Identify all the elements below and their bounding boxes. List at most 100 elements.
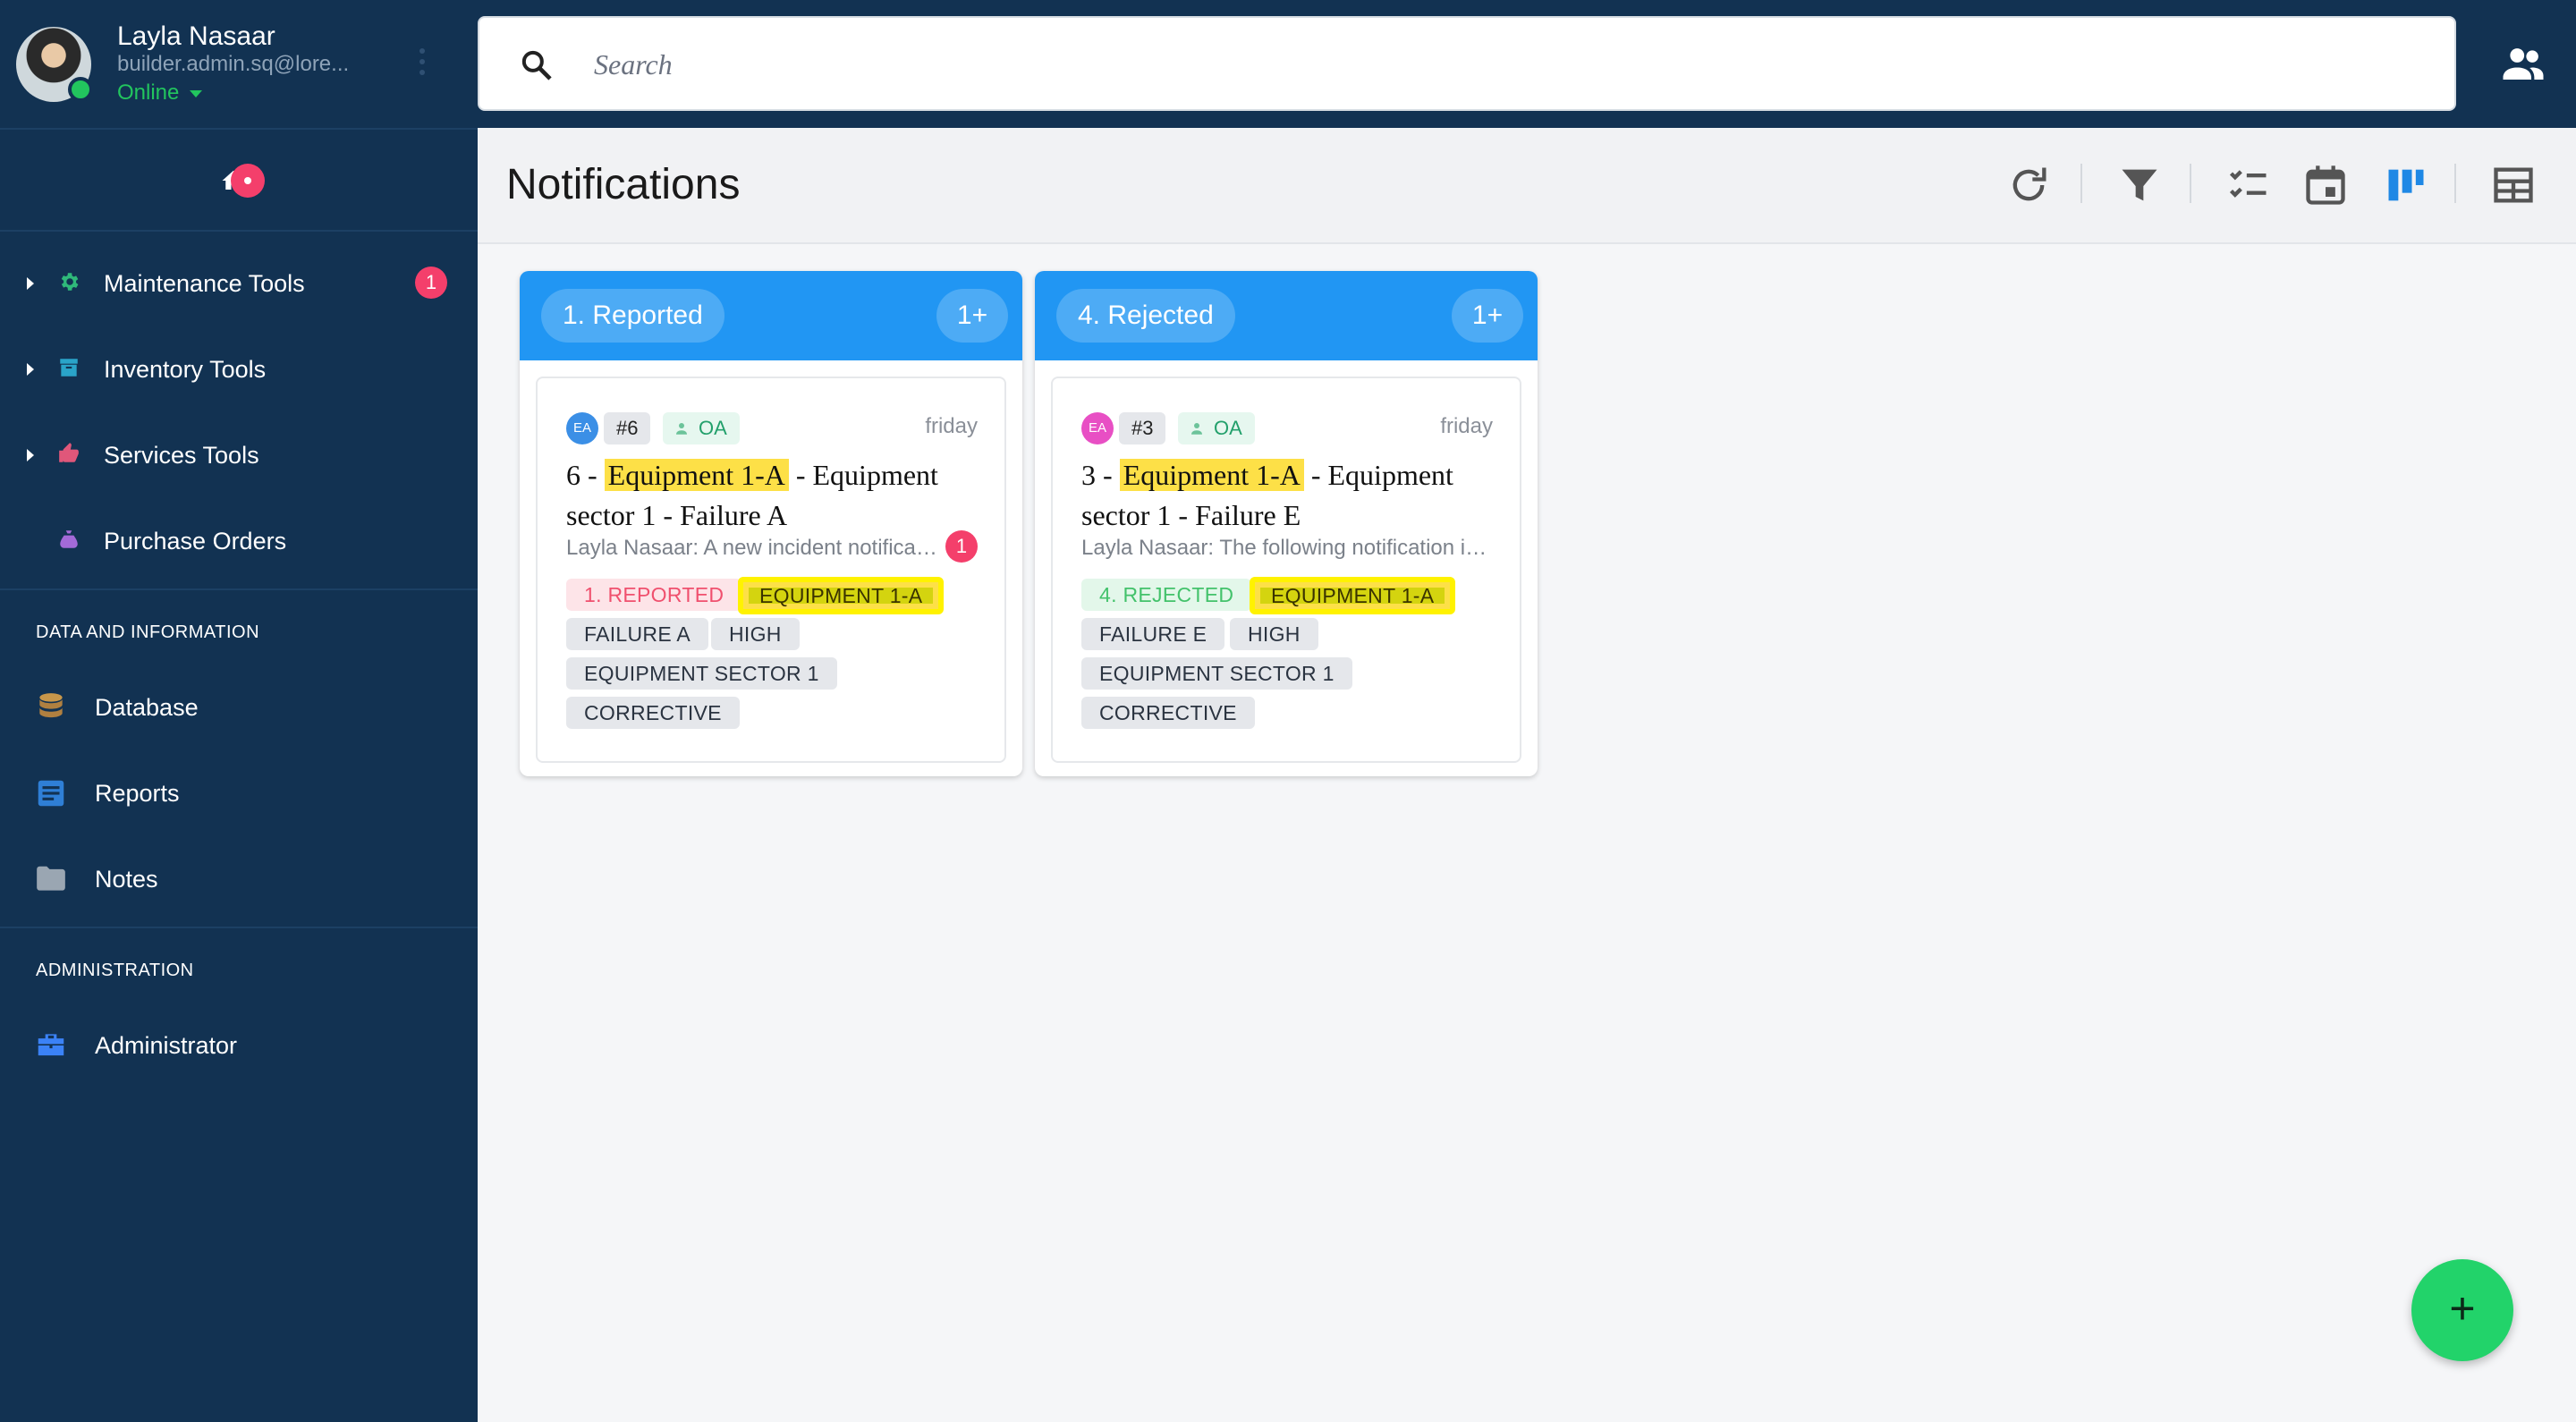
- column-header: 1. Reported 1+: [520, 271, 1022, 360]
- assignee-label: OA: [699, 417, 727, 439]
- notification-dot-icon: [231, 164, 265, 198]
- document-icon: [38, 780, 64, 807]
- page-title: Notifications: [506, 161, 741, 208]
- sidebar-item-maintenance-tools[interactable]: Maintenance Tools: [0, 243, 478, 324]
- top-bar: [478, 0, 2576, 128]
- author-avatar: EA: [566, 412, 598, 444]
- divider: [0, 927, 478, 928]
- status-tag: 4. REJECTED: [1081, 579, 1252, 611]
- sidebar-item-database[interactable]: Database: [0, 667, 478, 748]
- kanban-column-reported: 1. Reported 1+ EA #6 OA friday 6 - Equip…: [520, 271, 1022, 776]
- column-count[interactable]: 1+: [1452, 289, 1523, 343]
- card-id: #6: [604, 412, 651, 444]
- sidebar-item-label: Notes: [95, 866, 158, 893]
- column-title[interactable]: 4. Rejected: [1056, 289, 1235, 343]
- title-prefix: 3 -: [1081, 459, 1120, 491]
- assignee-chip: OA: [1178, 412, 1255, 444]
- column-header: 4. Rejected 1+: [1035, 271, 1538, 360]
- card-description: Layla Nasaar: The following notification…: [1081, 536, 1493, 560]
- assignee-chip: OA: [663, 412, 740, 444]
- calendar-icon[interactable]: [2302, 162, 2349, 208]
- gear-icon: [61, 273, 79, 291]
- refresh-icon[interactable]: [2005, 162, 2052, 208]
- kanban-column-rejected: 4. Rejected 1+ EA #3 OA friday 3 - Equip…: [1035, 271, 1538, 776]
- assignee-label: OA: [1214, 417, 1242, 439]
- divider: [2190, 164, 2191, 203]
- filter-icon[interactable]: [2116, 162, 2163, 208]
- divider: [2454, 164, 2456, 203]
- card-title: 6 - Equipment 1-A - Equipment sector 1 -…: [566, 455, 987, 536]
- status-tag: 1. REPORTED: [566, 579, 742, 611]
- add-button[interactable]: +: [2411, 1259, 2513, 1361]
- search-bar: [478, 16, 2456, 111]
- user-panel: Layla Nasaar builder.admin.sq@lore... On…: [0, 0, 478, 130]
- priority-tag: HIGH: [1230, 618, 1318, 650]
- search-icon[interactable]: [519, 47, 555, 83]
- column-title[interactable]: 1. Reported: [541, 289, 724, 343]
- sector-tag: EQUIPMENT SECTOR 1: [1081, 657, 1352, 690]
- card-date: friday: [925, 414, 978, 438]
- table-icon[interactable]: [2490, 162, 2537, 208]
- checklist-icon[interactable]: [2225, 162, 2272, 208]
- sidebar-item-reports[interactable]: Reports: [0, 753, 478, 834]
- sidebar-item-label: Reports: [95, 780, 180, 807]
- maintenance-count-badge: 1: [415, 267, 447, 299]
- people-icon[interactable]: [2499, 39, 2547, 88]
- search-input[interactable]: [594, 39, 2293, 89]
- type-tag: CORRECTIVE: [1081, 697, 1255, 729]
- sidebar-item-services-tools[interactable]: Services Tools: [0, 415, 478, 495]
- sector-tag: EQUIPMENT SECTOR 1: [566, 657, 837, 690]
- page-header: Notifications: [478, 128, 2576, 244]
- priority-tag: HIGH: [711, 618, 800, 650]
- card-title: 3 - Equipment 1-A - Equipment sector 1 -…: [1081, 455, 1502, 536]
- toolbox-icon: [38, 1034, 64, 1056]
- card-description: Layla Nasaar: A new incident notificatio…: [566, 536, 942, 560]
- sidebar-item-label: Inventory Tools: [104, 356, 267, 383]
- archive-icon: [60, 359, 78, 377]
- failure-tag: FAILURE A: [566, 618, 709, 650]
- folder-icon: [37, 866, 65, 891]
- title-highlight: Equipment 1-A: [604, 459, 789, 491]
- sidebar-item-label: Services Tools: [104, 442, 259, 469]
- database-icon: [39, 693, 63, 718]
- user-email: builder.admin.sq@lore...: [117, 52, 350, 76]
- title-highlight: Equipment 1-A: [1119, 459, 1304, 491]
- title-prefix: 6 -: [566, 459, 605, 491]
- equipment-tag: EQUIPMENT 1-A: [738, 577, 945, 614]
- status-label: Online: [117, 80, 180, 105]
- equipment-tag: EQUIPMENT 1-A: [1250, 577, 1456, 614]
- author-avatar: EA: [1081, 412, 1114, 444]
- sidebar-item-purchase-orders[interactable]: Purchase Orders: [0, 501, 478, 581]
- home-row: [0, 131, 478, 232]
- comment-count-badge: 1: [945, 530, 978, 563]
- money-bag-icon: [60, 530, 78, 548]
- sidebar-item-notes[interactable]: Notes: [0, 839, 478, 919]
- more-options-icon[interactable]: [417, 48, 428, 80]
- divider: [0, 588, 478, 590]
- status-dropdown[interactable]: Online: [117, 80, 203, 106]
- sidebar-item-inventory-tools[interactable]: Inventory Tools: [0, 329, 478, 410]
- thumbs-up-icon: [59, 443, 79, 462]
- sidebar-item-label: Administrator: [95, 1032, 238, 1059]
- failure-tag: FAILURE E: [1081, 618, 1225, 650]
- divider: [2080, 164, 2082, 203]
- user-name: Layla Nasaar: [117, 21, 275, 51]
- kanban-icon[interactable]: [2383, 162, 2429, 208]
- sidebar-item-label: Maintenance Tools: [104, 270, 305, 297]
- expand-arrow-icon[interactable]: [27, 277, 34, 290]
- chevron-down-icon: [190, 89, 203, 97]
- expand-arrow-icon[interactable]: [27, 363, 34, 376]
- sidebar: Layla Nasaar builder.admin.sq@lore... On…: [0, 0, 478, 1422]
- section-title-data: DATA AND INFORMATION: [36, 622, 260, 642]
- sidebar-item-label: Database: [95, 694, 199, 721]
- person-icon: [1191, 423, 1202, 435]
- sidebar-item-administrator[interactable]: Administrator: [0, 1005, 478, 1086]
- plus-icon: +: [2449, 1283, 2476, 1333]
- expand-arrow-icon[interactable]: [27, 449, 34, 461]
- type-tag: CORRECTIVE: [566, 697, 740, 729]
- column-count[interactable]: 1+: [936, 289, 1008, 343]
- card-date: friday: [1440, 414, 1493, 438]
- sidebar-item-label: Purchase Orders: [104, 528, 287, 554]
- notification-card[interactable]: EA #6 OA friday 6 - Equipment 1-A - Equi…: [536, 377, 1006, 763]
- notification-card[interactable]: EA #3 OA friday 3 - Equipment 1-A - Equi…: [1051, 377, 1521, 763]
